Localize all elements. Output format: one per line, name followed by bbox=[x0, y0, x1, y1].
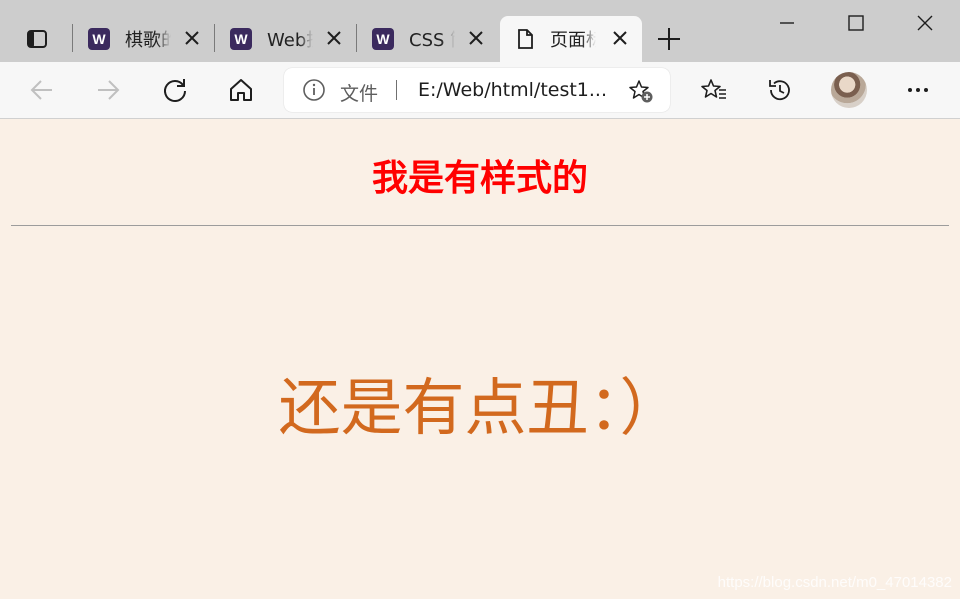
tab-strip: W 棋歌的 W Web技 W CSS 筒 页面标 bbox=[0, 0, 960, 62]
refresh-icon[interactable] bbox=[161, 76, 189, 104]
new-tab-icon[interactable] bbox=[656, 26, 682, 52]
tab-favicon: W bbox=[88, 28, 110, 50]
address-url[interactable]: E:/Web/html/test1... bbox=[418, 79, 614, 101]
tab-separator bbox=[72, 24, 73, 52]
tab-4-active[interactable]: 页面标 bbox=[500, 16, 642, 62]
address-scheme-label: 文件 bbox=[340, 83, 379, 105]
page-heading: 我是有样式的 bbox=[371, 158, 588, 199]
minimize-icon[interactable] bbox=[774, 10, 800, 36]
address-separator bbox=[396, 80, 397, 100]
back-icon[interactable] bbox=[28, 76, 56, 104]
more-icon[interactable] bbox=[904, 76, 932, 104]
history-icon[interactable] bbox=[766, 76, 794, 104]
tab-1[interactable]: W 棋歌的 bbox=[74, 16, 214, 62]
tab-title: CSS 筒 bbox=[409, 30, 455, 51]
window-close-icon[interactable] bbox=[912, 10, 938, 36]
watermark: https://blog.csdn.net/m0_47014382 bbox=[717, 574, 952, 591]
info-icon[interactable] bbox=[302, 78, 326, 102]
close-icon[interactable] bbox=[324, 28, 344, 48]
tab-title: 棋歌的 bbox=[125, 30, 171, 51]
page-viewport: 我是有样式的 还是有点丑：） https://blog.csdn.net/m0_… bbox=[0, 119, 960, 599]
close-icon[interactable] bbox=[182, 28, 202, 48]
tab-3[interactable]: W CSS 筒 bbox=[358, 16, 498, 62]
tab-title: 页面标 bbox=[550, 30, 596, 51]
forward-icon[interactable] bbox=[94, 76, 122, 104]
home-icon[interactable] bbox=[227, 76, 255, 104]
tab-title: Web技 bbox=[267, 30, 313, 51]
tab-separator bbox=[214, 24, 215, 52]
close-icon[interactable] bbox=[610, 28, 630, 48]
horizontal-rule bbox=[11, 225, 949, 226]
address-bar[interactable]: 文件 E:/Web/html/test1... bbox=[284, 68, 670, 112]
close-icon[interactable] bbox=[466, 28, 486, 48]
add-favorite-icon[interactable] bbox=[628, 78, 654, 104]
maximize-icon[interactable] bbox=[843, 10, 869, 36]
tab-2[interactable]: W Web技 bbox=[216, 16, 356, 62]
page-body-text: 还是有点丑：） bbox=[278, 371, 682, 444]
tab-favicon: W bbox=[372, 28, 394, 50]
avatar[interactable] bbox=[831, 72, 867, 108]
tab-separator bbox=[356, 24, 357, 52]
tab-favicon: W bbox=[230, 28, 252, 50]
browser-toolbar: 文件 E:/Web/html/test1... bbox=[0, 62, 960, 119]
favorites-icon[interactable] bbox=[700, 76, 728, 104]
page-icon bbox=[518, 29, 533, 49]
tab-actions-icon[interactable] bbox=[22, 24, 52, 54]
